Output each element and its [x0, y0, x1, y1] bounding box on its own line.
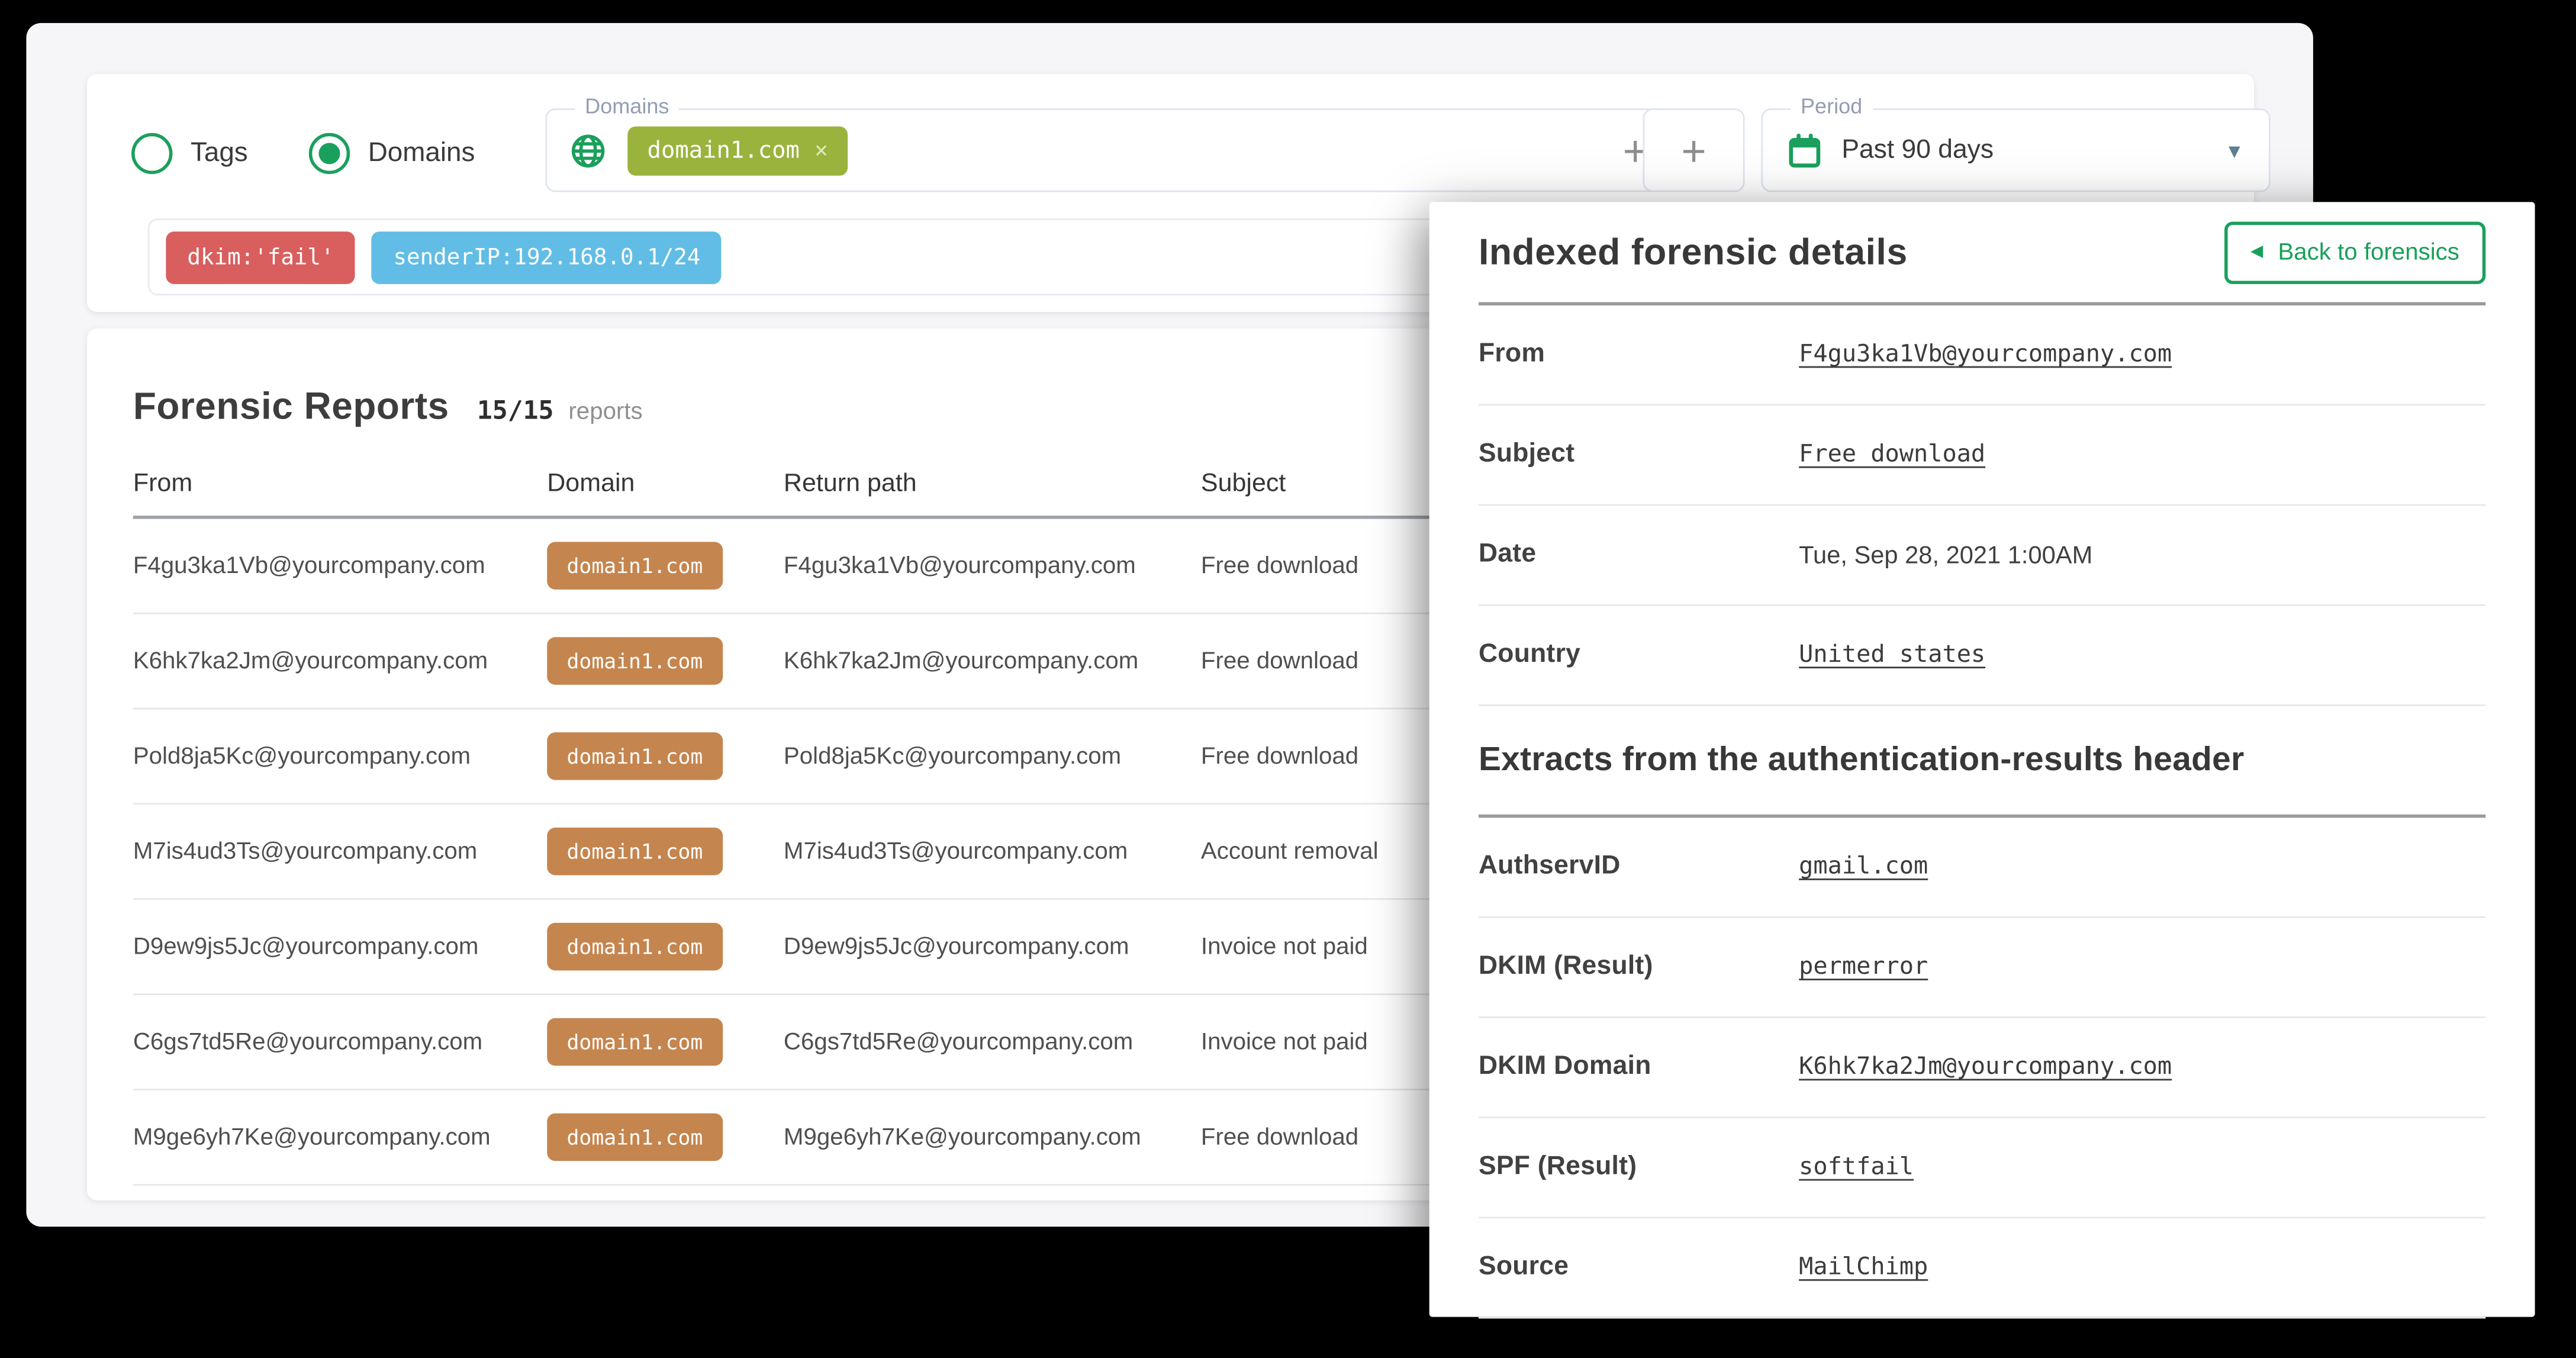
detail-field-label: Date — [1479, 540, 1799, 570]
plus-icon: + — [1681, 129, 1706, 172]
extracts-section-header: Extracts from the authentication-results… — [1479, 706, 2485, 818]
panel-header: Indexed forensic details ◀ Back to foren… — [1479, 202, 2485, 305]
report-from: C6gs7td5Re@yourcompany.com — [133, 1029, 547, 1055]
detail-field-value[interactable]: F4gu3ka1Vb@yourcompany.com — [1799, 342, 2172, 368]
report-return-path: M9ge6yh7Ke@yourcompany.com — [784, 1124, 1201, 1150]
extract-field-row: SPF (Result) softfail — [1479, 1118, 2485, 1218]
radio-label: Domains — [368, 138, 475, 169]
detail-field-label: From — [1479, 340, 1799, 369]
extract-field-label: SPF (Result) — [1479, 1153, 1799, 1182]
detail-field-row: Date Tue, Sep 28, 2021 1:00AM — [1479, 506, 2485, 606]
detail-field-value[interactable]: Free download — [1799, 442, 1985, 468]
period-field-label: Period — [1791, 95, 1872, 117]
period-value: Past 90 days — [1841, 136, 1994, 165]
report-domain-chip: domain1.com — [547, 732, 722, 780]
reports-count: 15/15 — [477, 396, 554, 426]
extract-field-row: DKIM (Result) permerror — [1479, 918, 2485, 1018]
report-domain-chip: domain1.com — [547, 1018, 722, 1066]
report-from: M7is4ud3Ts@yourcompany.com — [133, 838, 547, 864]
report-from: D9ew9js5Jc@yourcompany.com — [133, 934, 547, 960]
report-return-path: M7is4ud3Ts@yourcompany.com — [784, 838, 1201, 864]
extract-field-row: DKIM Domain K6hk7ka2Jm@yourcompany.com — [1479, 1018, 2485, 1118]
detail-field-row: Subject Free download — [1479, 406, 2485, 506]
app-stage: Tags Domains Domains domain1.c — [0, 0, 2576, 1358]
domains-field-label: Domains — [575, 95, 679, 117]
extract-field-label: AuthservID — [1479, 852, 1799, 882]
query-chip[interactable]: dkim:'fail' — [166, 231, 355, 284]
add-filter-button[interactable]: + — [1643, 108, 1745, 192]
extract-field-label: DKIM Domain — [1479, 1053, 1799, 1082]
back-button-label: Back to forensics — [2278, 239, 2459, 265]
panel-title: Indexed forensic details — [1479, 231, 1908, 273]
column-header-from: From — [133, 469, 547, 498]
radio-circle-icon — [309, 133, 350, 174]
report-return-path: K6hk7ka2Jm@yourcompany.com — [784, 648, 1201, 674]
detail-field-label: Country — [1479, 641, 1799, 670]
report-domain-chip: domain1.com — [547, 1114, 722, 1161]
extract-field-value[interactable]: permerror — [1799, 954, 1928, 980]
globe-icon — [570, 132, 606, 168]
report-from: K6hk7ka2Jm@yourcompany.com — [133, 648, 547, 674]
filter-type-radio[interactable]: Tags — [131, 133, 248, 174]
report-from: Pold8ja5Kc@yourcompany.com — [133, 743, 547, 769]
extract-field-value[interactable]: gmail.com — [1799, 854, 1928, 880]
detail-field-row: From F4gu3ka1Vb@yourcompany.com — [1479, 305, 2485, 406]
report-return-path: D9ew9js5Jc@yourcompany.com — [784, 934, 1201, 960]
report-return-path: Pold8ja5Kc@yourcompany.com — [784, 743, 1201, 769]
detail-field-value[interactable]: United states — [1799, 642, 1985, 668]
report-return-path: C6gs7td5Re@yourcompany.com — [784, 1029, 1201, 1055]
back-arrow-icon: ◀ — [2250, 244, 2263, 260]
reports-title: Forensic Reports — [133, 384, 449, 429]
report-return-path: F4gu3ka1Vb@yourcompany.com — [784, 552, 1201, 578]
selected-domain-text: domain1.com — [648, 137, 800, 163]
remove-domain-icon[interactable]: × — [814, 137, 828, 163]
detail-field-label: Subject — [1479, 440, 1799, 469]
selected-domain-chip[interactable]: domain1.com × — [627, 125, 848, 175]
report-from: F4gu3ka1Vb@yourcompany.com — [133, 552, 547, 578]
report-domain-chip: domain1.com — [547, 542, 722, 589]
filter-type-radio[interactable]: Domains — [309, 133, 475, 174]
extract-field-row: Source MailChimp — [1479, 1218, 2485, 1318]
report-domain-chip: domain1.com — [547, 637, 722, 684]
column-header-domain: Domain — [547, 469, 784, 498]
extract-field-value[interactable]: MailChimp — [1799, 1254, 1928, 1280]
extract-field-value[interactable]: K6hk7ka2Jm@yourcompany.com — [1799, 1054, 2172, 1080]
reports-header: Forensic Reports 15/15 reports — [133, 384, 643, 429]
radio-label: Tags — [191, 138, 248, 169]
extracts-section-title: Extracts from the authentication-results… — [1479, 741, 2245, 780]
forensic-details-panel: Indexed forensic details ◀ Back to foren… — [1429, 202, 2535, 1317]
radio-circle-icon — [131, 133, 172, 174]
reports-count-suffix: reports — [568, 399, 642, 425]
detail-field-row: Country United states — [1479, 606, 2485, 706]
report-domain-chip: domain1.com — [547, 923, 722, 970]
extract-field-label: DKIM (Result) — [1479, 952, 1799, 982]
extract-field-row: AuthservID gmail.com — [1479, 818, 2485, 918]
detail-field-value[interactable]: Tue, Sep 28, 2021 1:00AM — [1799, 541, 2092, 569]
extract-field-label: Source — [1479, 1253, 1799, 1282]
chevron-down-icon[interactable]: ▼ — [2224, 139, 2244, 162]
extract-field-value[interactable]: softfail — [1799, 1154, 1914, 1180]
column-header-return-path: Return path — [784, 469, 1201, 498]
screenshot-viewport: Tags Domains Domains domain1.c — [0, 0, 2576, 1358]
query-chip[interactable]: senderIP:192.168.0.1/24 — [372, 231, 722, 284]
domains-field: Domains domain1.com × + — [545, 108, 1672, 192]
report-domain-chip: domain1.com — [547, 828, 722, 875]
report-from: M9ge6yh7Ke@yourcompany.com — [133, 1124, 547, 1150]
calendar-icon — [1788, 132, 1822, 168]
back-to-forensics-button[interactable]: ◀ Back to forensics — [2224, 221, 2486, 283]
period-field[interactable]: Period Past 90 days ▼ — [1761, 108, 2270, 192]
